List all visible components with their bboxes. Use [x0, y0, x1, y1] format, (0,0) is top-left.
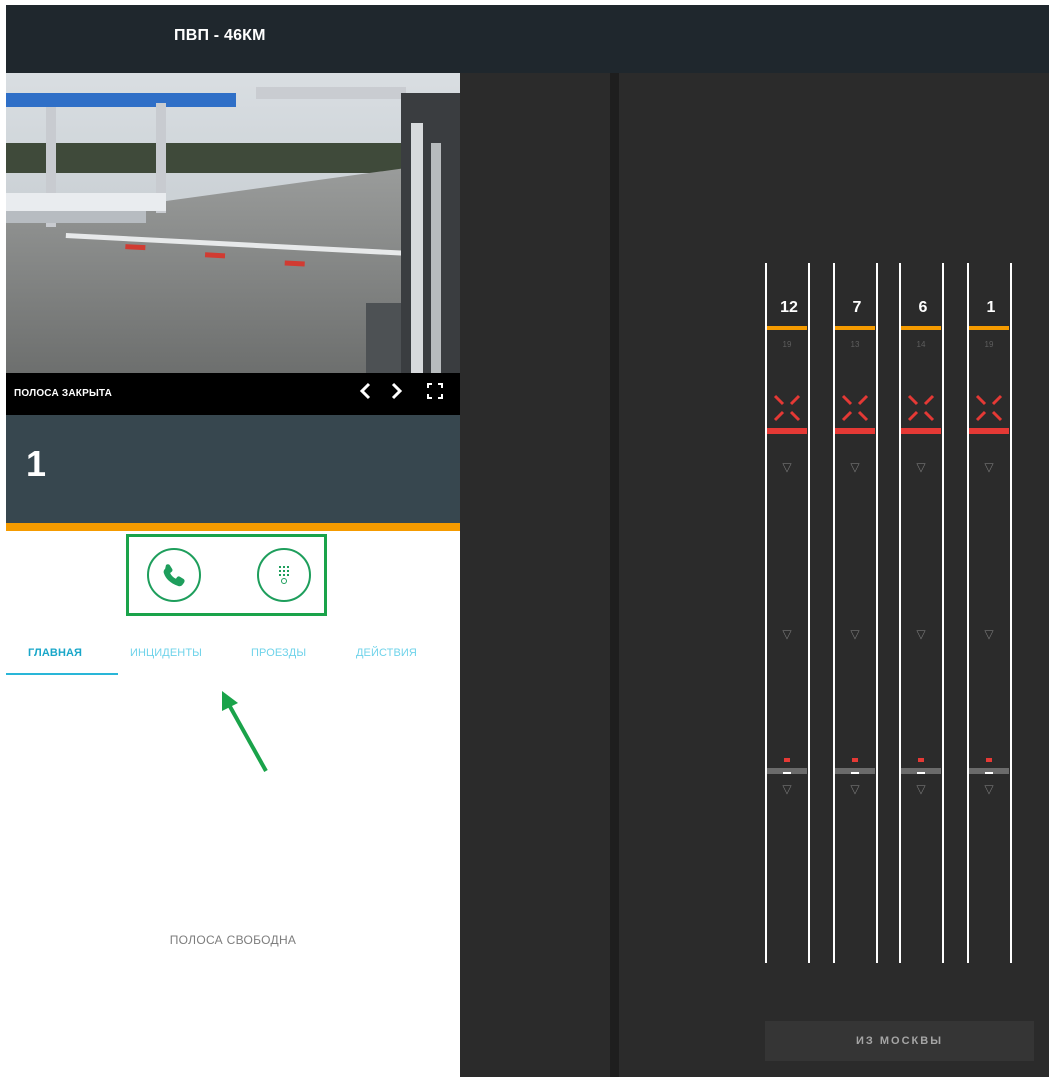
lane-barrier-bar [969, 428, 1009, 434]
actions-highlight-frame [126, 534, 327, 616]
lane-line [808, 263, 810, 963]
lane-barrier-bar [835, 428, 875, 434]
lane-number: 12 [780, 299, 798, 316]
camera-toolbar: ПОЛОСА ЗАКРЫТА [6, 373, 460, 415]
camera-image [6, 73, 460, 373]
direction-arrow-icon: ▽ [916, 782, 926, 796]
lane-barrier-bar [901, 428, 941, 434]
direction-arrow-icon: ▽ [782, 460, 792, 474]
next-camera-button[interactable] [390, 381, 404, 407]
dialpad-button[interactable] [257, 548, 311, 602]
direction-arrow-icon: ▽ [782, 627, 792, 641]
lane-indicator-bar [767, 326, 807, 330]
lane-detail-panel: ПОЛОСА ЗАКРЫТА 1 ГЛАВНАЯ ИНЦИДЕНТЫ ПРОЕЗ… [6, 73, 460, 1077]
direction-arrow-icon: ▽ [850, 782, 860, 796]
lane-line [899, 263, 901, 963]
direction-arrow-icon: ▽ [984, 782, 994, 796]
direction-arrow-icon: ▽ [984, 627, 994, 641]
lane-number: 6 [918, 299, 928, 316]
direction-arrow-icon: ▽ [782, 782, 792, 796]
lane-sub-count: 19 [984, 340, 994, 349]
lane-sub-count: 14 [916, 340, 926, 349]
lane-number: 1 [986, 299, 996, 316]
lane-closed-icon [841, 394, 869, 422]
lane-line [1010, 263, 1012, 963]
lane-free-status: ПОЛОСА СВОБОДНА [169, 933, 297, 947]
lane-loop-mark [917, 772, 925, 774]
sensor-indicator [852, 758, 858, 762]
lane-line [765, 263, 767, 963]
lane-number: 7 [852, 299, 862, 316]
dialpad-icon [279, 566, 289, 584]
direction-arrow-icon: ▽ [916, 460, 926, 474]
page-title: ПВП - 46КМ [174, 27, 266, 44]
lane-number-card: 1 [6, 415, 460, 523]
lane-line [967, 263, 969, 963]
lane-line [942, 263, 944, 963]
sensor-indicator [784, 758, 790, 762]
lane-tabs: ГЛАВНАЯ ИНЦИДЕНТЫ ПРОЕЗДЫ ДЕЙСТВИЯ [6, 633, 460, 675]
fullscreen-button[interactable] [426, 381, 444, 407]
top-bar: ПВП - 46КМ [6, 5, 1049, 73]
fullscreen-icon [427, 383, 443, 399]
lane-closed-icon [907, 394, 935, 422]
phone-icon [163, 564, 185, 587]
annotation-arrow [222, 691, 268, 772]
call-button[interactable] [147, 548, 201, 602]
lane-line [876, 263, 878, 963]
panel-divider [610, 73, 619, 1077]
tab-passages[interactable]: ПРОЕЗДЫ [251, 647, 306, 659]
lane-closed-icon [773, 394, 801, 422]
lane-loop-mark [851, 772, 859, 774]
tab-main[interactable]: ГЛАВНАЯ [28, 647, 82, 659]
chevron-left-icon [359, 382, 371, 400]
direction-button[interactable]: ИЗ МОСКВЫ [765, 1021, 1034, 1061]
direction-arrow-icon: ▽ [984, 460, 994, 474]
lane-number: 1 [26, 443, 47, 484]
lane-loop-mark [783, 772, 791, 774]
tab-actions[interactable]: ДЕЙСТВИЯ [356, 647, 417, 659]
lane-indicator-bar [835, 326, 875, 330]
chevron-right-icon [391, 382, 403, 400]
direction-arrow-icon: ▽ [850, 627, 860, 641]
middle-panel [460, 73, 610, 1077]
lane-status-strip [6, 523, 460, 531]
prev-camera-button[interactable] [358, 381, 372, 407]
lane-sub-count: 19 [782, 340, 792, 349]
lane-barrier-bar [767, 428, 807, 434]
tab-incidents[interactable]: ИНЦИДЕНТЫ [130, 647, 202, 659]
active-tab-indicator [6, 673, 118, 675]
lane-line [833, 263, 835, 963]
lane-loop-mark [985, 772, 993, 774]
direction-arrow-icon: ▽ [916, 627, 926, 641]
camera-view[interactable] [6, 73, 460, 373]
direction-arrow-icon: ▽ [850, 460, 860, 474]
lane-status-label: ПОЛОСА ЗАКРЫТА [14, 388, 113, 399]
sensor-indicator [986, 758, 992, 762]
sensor-indicator [918, 758, 924, 762]
lane-indicator-bar [969, 326, 1009, 330]
lane-sub-count: 13 [850, 340, 860, 349]
lane-indicator-bar [901, 326, 941, 330]
lane-closed-icon [975, 394, 1003, 422]
